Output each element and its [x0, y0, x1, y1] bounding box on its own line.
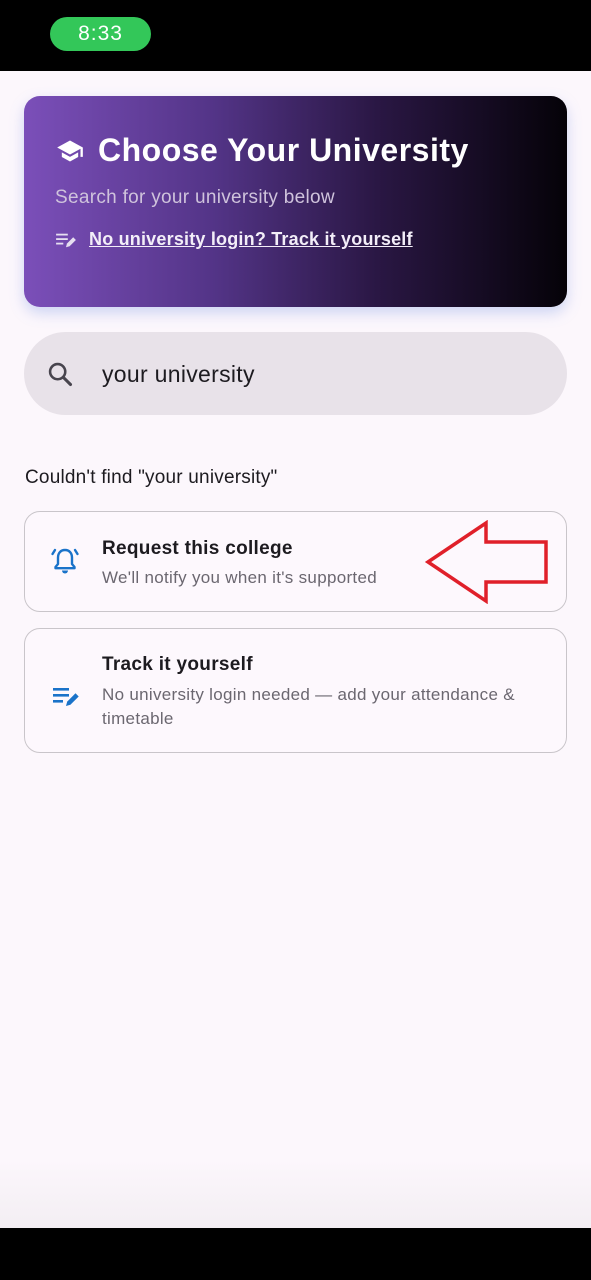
edit-notes-icon: [56, 233, 76, 247]
header-card: Choose Your University Search for your u…: [24, 96, 567, 307]
no-results-text: Couldn't find "your university": [25, 467, 278, 488]
annotation-arrow-icon: [424, 520, 548, 604]
request-college-title: Request this college: [102, 538, 293, 559]
system-navigation-bar: [0, 1228, 591, 1280]
status-bar: 8:33: [0, 0, 591, 71]
status-time: 8:33: [50, 17, 151, 51]
manual-tracking-link-row[interactable]: No university login? Track it yourself: [55, 229, 413, 250]
header-title-row: Choose Your University: [56, 132, 469, 169]
track-yourself-button[interactable]: Track it yourself No university login ne…: [24, 628, 567, 753]
track-yourself-title: Track it yourself: [102, 654, 253, 675]
page-title: Choose Your University: [98, 132, 469, 168]
edit-notes-icon: [53, 688, 79, 706]
graduation-cap-icon: [57, 140, 83, 161]
search-input[interactable]: [102, 354, 542, 394]
bell-ring-icon: [51, 548, 79, 574]
manual-tracking-link[interactable]: No university login? Track it yourself: [89, 229, 413, 250]
track-yourself-description: No university login needed — add your at…: [102, 685, 515, 728]
search-bar[interactable]: [24, 332, 567, 415]
bottom-fade: [0, 1160, 591, 1228]
page-subtitle: Search for your university below: [55, 187, 335, 208]
search-icon: [48, 362, 73, 387]
